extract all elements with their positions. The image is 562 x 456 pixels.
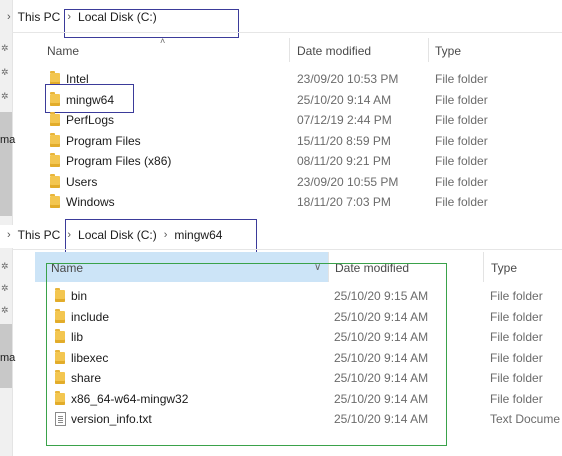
file-row[interactable]: libexec 25/10/20 9:14 AM File folder bbox=[40, 348, 562, 368]
file-row[interactable]: PerfLogs 07/12/19 2:44 PM File folder bbox=[40, 110, 562, 130]
folder-icon bbox=[50, 112, 60, 126]
file-name: share bbox=[71, 371, 102, 385]
pin-icon: ✲ bbox=[1, 305, 9, 315]
folder-icon bbox=[55, 350, 65, 364]
file-date: 15/11/20 8:59 PM bbox=[297, 134, 391, 148]
folder-icon bbox=[50, 194, 60, 208]
nav-scrollbar-thumb-top[interactable] bbox=[0, 112, 12, 216]
annotation-box bbox=[45, 84, 134, 113]
folder-icon bbox=[55, 309, 65, 323]
file-row[interactable]: version_info.txt 25/10/20 9:14 AM Text D… bbox=[40, 409, 562, 429]
chevron-right-icon: › bbox=[7, 10, 11, 23]
file-type: File folder bbox=[490, 289, 543, 303]
file-row[interactable]: bin 25/10/20 9:15 AM File folder bbox=[40, 286, 562, 306]
column-divider[interactable] bbox=[483, 252, 484, 282]
folder-icon bbox=[50, 153, 60, 167]
file-type: File folder bbox=[490, 351, 543, 365]
file-date: 25/10/20 9:14 AM bbox=[334, 330, 429, 344]
file-row[interactable]: Windows 18/11/20 7:03 PM File folder bbox=[40, 192, 562, 212]
file-date: 08/11/20 9:21 PM bbox=[297, 154, 391, 168]
folder-icon bbox=[50, 174, 60, 188]
file-type: File folder bbox=[435, 72, 488, 86]
file-row[interactable]: Program Files (x86) 08/11/20 9:21 PM Fil… bbox=[40, 151, 562, 171]
file-type: Text Docume bbox=[490, 412, 561, 426]
pin-icon: ✲ bbox=[1, 67, 9, 77]
file-type: File folder bbox=[435, 113, 488, 127]
file-row[interactable]: Users 23/09/20 10:55 PM File folder bbox=[40, 172, 562, 192]
file-type: File folder bbox=[490, 392, 543, 406]
file-type: File folder bbox=[435, 175, 488, 189]
file-name: bin bbox=[71, 289, 88, 303]
file-type: File folder bbox=[435, 93, 488, 107]
file-name: include bbox=[71, 310, 110, 324]
file-date: 25/10/20 9:14 AM bbox=[334, 351, 429, 365]
file-name: libexec bbox=[71, 351, 109, 365]
file-row[interactable]: share 25/10/20 9:14 AM File folder bbox=[40, 368, 562, 388]
file-name: Users bbox=[66, 175, 98, 189]
file-name: Windows bbox=[66, 195, 115, 209]
file-row[interactable]: include 25/10/20 9:14 AM File folder bbox=[40, 307, 562, 327]
file-date: 25/10/20 9:14 AM bbox=[334, 371, 429, 385]
file-date: 25/10/20 9:15 AM bbox=[334, 289, 429, 303]
file-type: File folder bbox=[435, 134, 488, 148]
file-name: lib bbox=[71, 330, 84, 344]
file-date: 23/09/20 10:53 PM bbox=[297, 72, 399, 86]
breadcrumb-this-pc[interactable]: This PC bbox=[15, 10, 64, 24]
collapse-chevron-icon[interactable]: ˄ bbox=[160, 36, 165, 46]
breadcrumb-this-pc[interactable]: This PC bbox=[15, 228, 64, 242]
folder-icon bbox=[55, 288, 65, 302]
nav-item-fragment: ma bbox=[0, 134, 16, 146]
file-date: 18/11/20 7:03 PM bbox=[297, 195, 391, 209]
column-header-date[interactable]: Date modified bbox=[297, 44, 371, 58]
annotation-box bbox=[64, 9, 239, 38]
file-date: 25/10/20 9:14 AM bbox=[297, 93, 392, 107]
file-row[interactable]: x86_64-w64-mingw32 25/10/20 9:14 AM File… bbox=[40, 389, 562, 409]
file-name: x86_64-w64-mingw32 bbox=[71, 392, 189, 406]
column-header-type[interactable]: Type bbox=[491, 261, 517, 275]
folder-icon bbox=[50, 133, 60, 147]
file-date: 25/10/20 9:14 AM bbox=[334, 310, 429, 324]
file-type: File folder bbox=[490, 310, 543, 324]
file-date: 07/12/19 2:44 PM bbox=[297, 113, 392, 127]
pin-icon: ✲ bbox=[1, 283, 9, 293]
column-divider[interactable] bbox=[289, 38, 290, 62]
column-divider[interactable] bbox=[428, 38, 429, 62]
address-divider bbox=[12, 249, 562, 250]
file-name: Program Files bbox=[66, 134, 141, 148]
folder-icon bbox=[55, 370, 65, 384]
text-file-icon bbox=[55, 412, 66, 426]
file-row[interactable]: Program Files 15/11/20 8:59 PM File fold… bbox=[40, 131, 562, 151]
chevron-right-icon: › bbox=[7, 228, 11, 241]
column-header-name[interactable]: Name bbox=[47, 44, 79, 58]
column-header-type[interactable]: Type bbox=[435, 44, 461, 58]
pin-icon: ✲ bbox=[1, 91, 9, 101]
pin-icon: ✲ bbox=[1, 261, 9, 271]
file-row[interactable]: lib 25/10/20 9:14 AM File folder bbox=[40, 327, 562, 347]
file-type: File folder bbox=[490, 371, 543, 385]
file-name: Program Files (x86) bbox=[66, 154, 172, 168]
address-divider bbox=[12, 32, 562, 33]
file-name: version_info.txt bbox=[71, 412, 152, 426]
pin-icon: ✲ bbox=[1, 43, 9, 53]
file-date: 25/10/20 9:14 AM bbox=[334, 392, 429, 406]
file-type: File folder bbox=[435, 154, 488, 168]
screenshot-root: ✲ ✲ ✲ ma › This PC › Local Disk (C:) ˄ N… bbox=[0, 0, 562, 456]
folder-icon bbox=[55, 391, 65, 405]
file-type: File folder bbox=[435, 195, 488, 209]
nav-item-fragment: ma bbox=[0, 352, 16, 364]
file-date: 23/09/20 10:55 PM bbox=[297, 175, 399, 189]
file-type: File folder bbox=[490, 330, 543, 344]
file-name: PerfLogs bbox=[66, 113, 115, 127]
file-date: 25/10/20 9:14 AM bbox=[334, 412, 429, 426]
folder-icon bbox=[55, 329, 65, 343]
